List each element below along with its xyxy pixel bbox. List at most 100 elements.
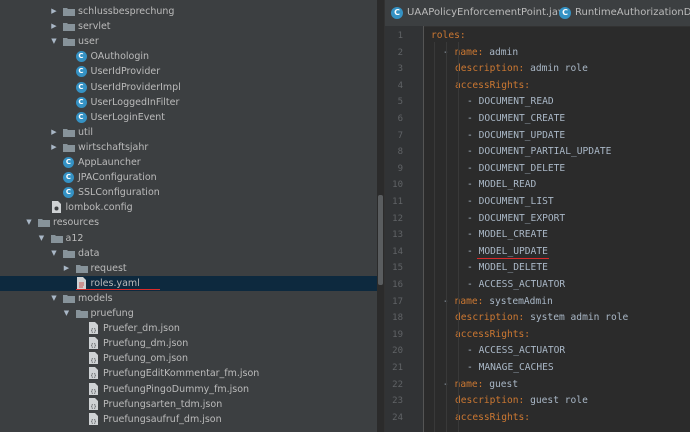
- code-line[interactable]: roles:: [431, 28, 466, 45]
- code-line[interactable]: accessRights:: [455, 327, 530, 344]
- line-number: 17: [392, 296, 403, 307]
- code-line[interactable]: - ACCESS_ACTUATOR: [467, 277, 565, 294]
- code-line[interactable]: - name: systemAdmin: [443, 294, 553, 311]
- yaml-value: DOCUMENT_PARTIAL_UPDATE: [478, 146, 612, 158]
- chevron-down-icon[interactable]: ▼: [62, 306, 72, 321]
- chevron-right-icon[interactable]: ▶: [49, 19, 59, 34]
- code-line[interactable]: - DOCUMENT_UPDATE: [467, 128, 565, 145]
- code-line[interactable]: - DOCUMENT_LIST: [467, 194, 554, 211]
- tree-item-lombok-config[interactable]: lombok.config: [0, 200, 377, 215]
- tree-item-userloggedinfilter[interactable]: C UserLoggedInFilter: [0, 95, 377, 110]
- yaml-value: -: [467, 129, 479, 141]
- tree-item-data[interactable]: ▼ data: [0, 246, 377, 261]
- tree-item-pruefungeditkommentar-fm-json[interactable]: {} PruefungEditKommentar_fm.json: [0, 366, 377, 381]
- tree-item-pruefung[interactable]: ▼ pruefung: [0, 306, 377, 321]
- code-line[interactable]: - DOCUMENT_READ: [467, 94, 554, 111]
- tree-item-pruefung-om-json[interactable]: {} Pruefung_om.json: [0, 351, 377, 366]
- line-number: 11: [392, 197, 403, 207]
- tree-item-jpaconfiguration[interactable]: C JPAConfiguration: [0, 170, 377, 185]
- code-line[interactable]: - MODEL_READ: [467, 177, 536, 194]
- yaml-value: -: [467, 179, 479, 191]
- line-number-gutter: 1 2 3 4 5 6 7 8 9 10 11 12 13 14 15 16 17 18 19 20 21 22 23 24: [385, 26, 424, 432]
- chevron-down-icon[interactable]: ▼: [49, 291, 59, 306]
- code-line[interactable]: - ACCESS_ACTUATOR: [467, 343, 565, 360]
- tree-item-pruefungpingodummy-fm-json[interactable]: {} PruefungPingoDummy_fm.json: [0, 382, 377, 397]
- tree-item-request[interactable]: ▶ request: [0, 261, 377, 276]
- code-line[interactable]: description: system admin role: [455, 310, 628, 327]
- code-line[interactable]: - MODEL_CREATE: [467, 227, 548, 244]
- code-line[interactable]: accessRights:: [455, 78, 530, 95]
- tree-item-models[interactable]: ▼ models: [0, 291, 377, 306]
- tree-item-resources[interactable]: ▼ resources: [0, 215, 377, 230]
- code-line[interactable]: - name: guest: [443, 377, 518, 394]
- tree-item-pruefung-dm-json[interactable]: {} Pruefung_dm.json: [0, 336, 377, 351]
- tree-item-util[interactable]: ▶ util: [0, 125, 377, 140]
- chevron-down-icon[interactable]: ▼: [49, 246, 59, 261]
- code-line[interactable]: - DOCUMENT_CREATE: [467, 111, 565, 128]
- yaml-key: accessRights:: [455, 79, 531, 91]
- code-line[interactable]: - MODEL_DELETE: [467, 260, 548, 277]
- tree-item-pruefer-dm-json[interactable]: {} Pruefer_dm.json: [0, 321, 377, 336]
- tree-item-userloginevent[interactable]: C UserLoginEvent: [0, 110, 377, 125]
- tree-item-a12[interactable]: ▼ a12: [0, 231, 377, 246]
- yaml-value: DOCUMENT_UPDATE: [478, 129, 566, 141]
- code-line[interactable]: - MANAGE_CACHES: [467, 360, 554, 377]
- chevron-down-icon[interactable]: ▼: [37, 231, 47, 246]
- line-number: 19: [392, 329, 403, 340]
- line-number: 1: [397, 31, 403, 41]
- yaml-value: systemAdmin: [489, 295, 553, 307]
- line-number: 6: [397, 114, 403, 124]
- yaml-value: -: [467, 245, 479, 257]
- yaml-key: name:: [454, 378, 490, 390]
- chevron-down-icon[interactable]: ▼: [24, 215, 34, 230]
- indent-guide: [446, 42, 447, 432]
- chevron-right-icon[interactable]: ▶: [49, 4, 59, 19]
- code-area[interactable]: roles: - name: admin description: admin ro…: [425, 26, 690, 432]
- line-number: 9: [397, 163, 403, 174]
- tree-item-roles-yaml[interactable]: roles.yaml: [0, 275, 377, 291]
- editor-tab-label: RuntimeAuthorizationDefini: [575, 7, 690, 18]
- line-number: 10: [392, 180, 403, 191]
- tree-item-pruefungsaufruf-dm-json[interactable]: {} Pruefungsaufruf_dm.json: [0, 412, 377, 427]
- tree-item-label: Pruefung_dm.json: [103, 338, 189, 350]
- tree-item-oauthologin[interactable]: C OAuthologin: [0, 49, 377, 64]
- tree-item-user[interactable]: ▼ user: [0, 34, 377, 49]
- code-line[interactable]: - name: admin: [443, 45, 518, 62]
- svg-text:{}: {}: [90, 373, 96, 379]
- tree-item-wirtschaftsjahr[interactable]: ▶ wirtschaftsjahr: [0, 140, 377, 155]
- project-tree-scrollbar[interactable]: [378, 195, 383, 285]
- yaml-value: -: [467, 162, 479, 174]
- tree-item-useridproviderimpl[interactable]: C UserIdProviderImpl: [0, 80, 377, 95]
- chevron-right-icon[interactable]: ▶: [49, 140, 59, 155]
- tree-item-applauncher[interactable]: C AppLauncher: [0, 155, 377, 170]
- code-line[interactable]: description: guest role: [455, 393, 588, 410]
- code-line[interactable]: accessRights:: [455, 410, 530, 427]
- chevron-right-icon[interactable]: ▶: [62, 261, 72, 276]
- svg-text:{}: {}: [90, 419, 96, 425]
- tree-item-label: UserLoginEvent: [90, 111, 166, 123]
- tree-item-servlet[interactable]: ▶ servlet: [0, 19, 377, 34]
- tree-item-label: util: [78, 126, 94, 138]
- yaml-value: DOCUMENT_DELETE: [478, 162, 566, 174]
- chevron-down-icon[interactable]: ▼: [49, 34, 59, 49]
- json-file-icon: {}: [88, 352, 99, 365]
- project-tree[interactable]: ▶ schlussbesprechung ▶ servlet ▼ user C OAuthol…: [0, 0, 377, 432]
- tree-item-label: OAuthologin: [90, 51, 150, 63]
- chevron-right-icon[interactable]: ▶: [49, 125, 59, 140]
- tree-item-pruefungsarten-tdm-json[interactable]: {} Pruefungsarten_tdm.json: [0, 397, 377, 412]
- code-line[interactable]: - DOCUMENT_PARTIAL_UPDATE: [467, 144, 611, 161]
- yaml-value: -: [443, 378, 455, 390]
- tree-item-useridprovider[interactable]: C UserIdProvider: [0, 64, 377, 79]
- code-line[interactable]: - DOCUMENT_DELETE: [467, 161, 565, 178]
- code-editor[interactable]: C UAAPolicyEnforcementPoint.java C RuntimeA…: [385, 0, 690, 432]
- folder-icon: [63, 128, 75, 139]
- tree-item-label: Pruefung_om.json: [103, 353, 189, 365]
- yaml-value: MODEL_DELETE: [478, 262, 548, 274]
- code-line[interactable]: - DOCUMENT_EXPORT: [467, 211, 565, 228]
- code-line[interactable]: description: admin role: [455, 61, 588, 78]
- yaml-value: -: [467, 279, 479, 290]
- tree-item-label: wirtschaftsjahr: [78, 141, 149, 153]
- line-number: 20: [392, 346, 403, 357]
- tree-item-schlussbesprechung[interactable]: ▶ schlussbesprechung: [0, 4, 377, 19]
- tree-item-sslconfiguration[interactable]: C SSLConfiguration: [0, 185, 377, 200]
